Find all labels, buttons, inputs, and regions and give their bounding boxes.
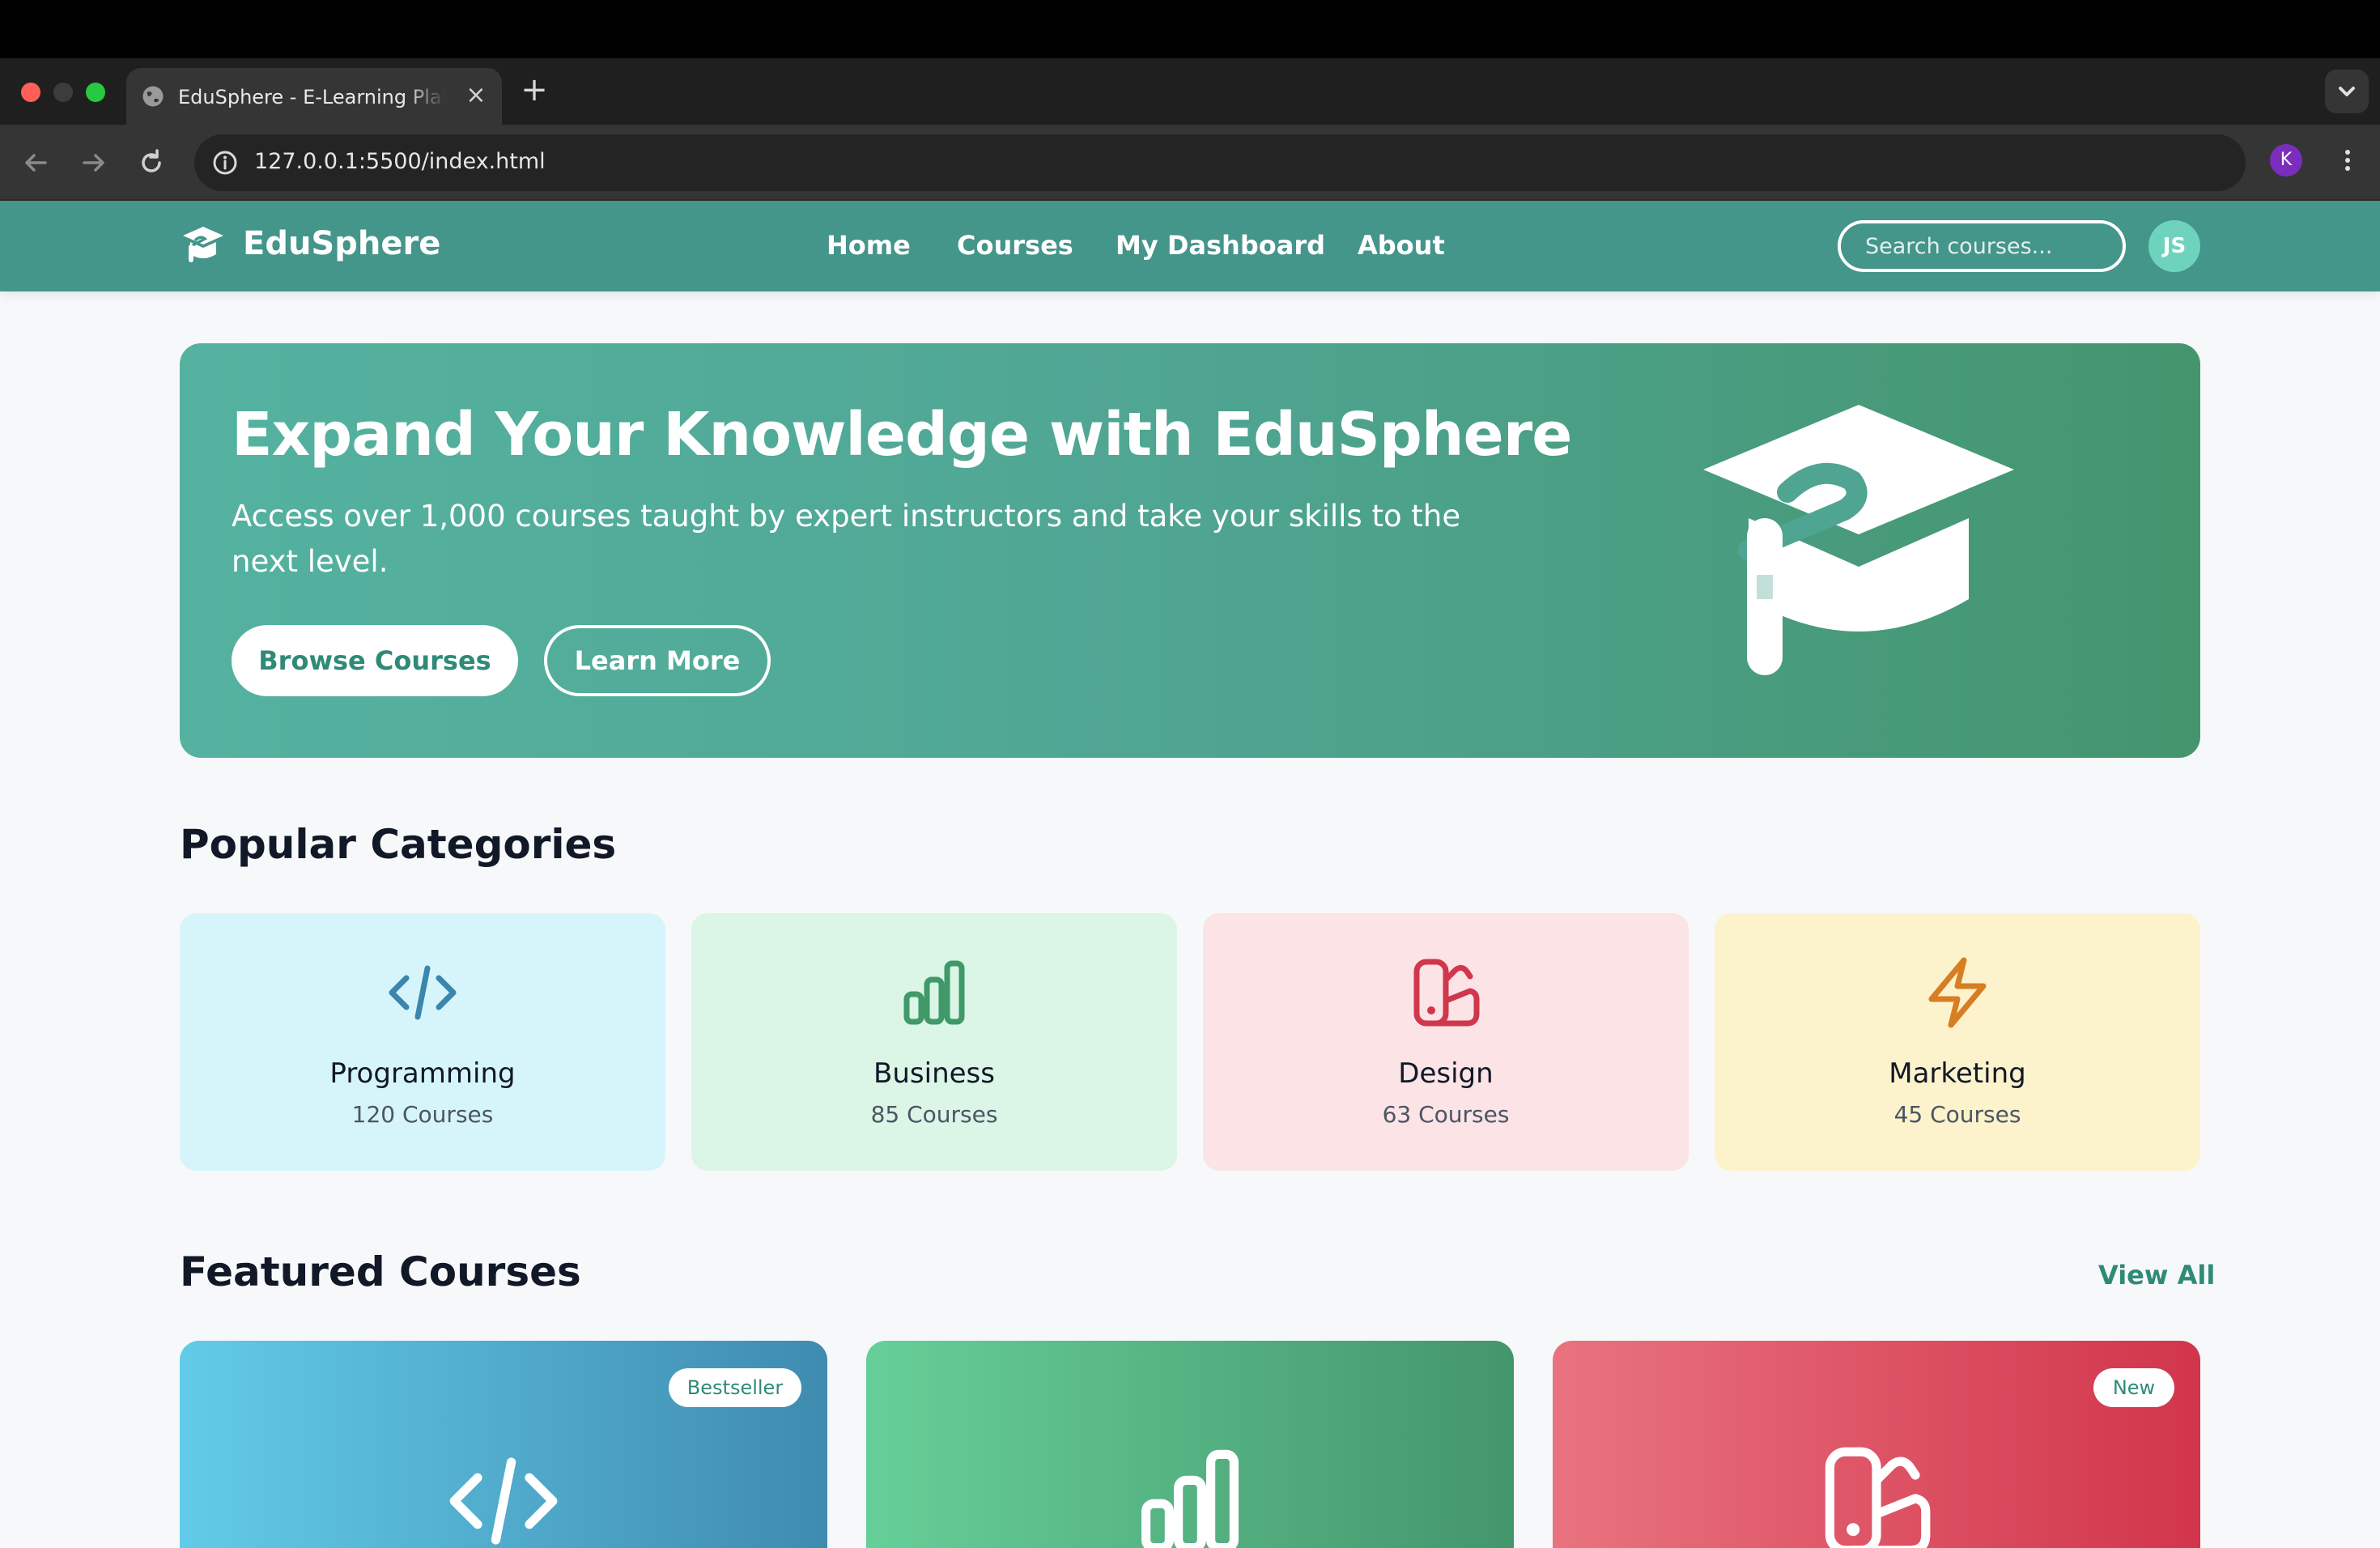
site-header: EduSphere Home Courses My Dashboard Abou… <box>0 201 2380 291</box>
window-minimize-button[interactable] <box>53 83 73 102</box>
course-card-programming[interactable]: Bestseller <box>180 1341 827 1548</box>
new-badge: New <box>2093 1368 2174 1407</box>
browser-profile-avatar[interactable]: K <box>2270 144 2302 176</box>
category-count: 85 Courses <box>870 1101 998 1128</box>
site-info-icon[interactable] <box>209 147 241 179</box>
category-count: 45 Courses <box>1893 1101 2021 1128</box>
code-icon <box>389 965 457 1020</box>
category-count: 63 Courses <box>1382 1101 1510 1128</box>
bar-chart-icon <box>1141 1449 1239 1548</box>
course-card-business[interactable] <box>866 1341 1514 1548</box>
category-card-programming[interactable]: Programming 120 Courses <box>180 913 665 1171</box>
nav-about[interactable]: About <box>1358 230 1445 261</box>
brand-name[interactable]: EduSphere <box>243 225 440 262</box>
learn-more-button[interactable]: Learn More <box>544 625 771 696</box>
categories-title: Popular Categories <box>180 821 617 868</box>
address-bar[interactable]: 127.0.0.1:5500/index.html <box>194 134 2246 191</box>
search-input[interactable] <box>1838 220 2126 272</box>
palette-swatch-icon <box>1825 1447 1931 1548</box>
browser-tab-active[interactable]: EduSphere - E-Learning Platform × <box>126 68 502 125</box>
hero-title: Expand Your Knowledge with EduSphere <box>232 400 1572 470</box>
browser-toolbar: 127.0.0.1:5500/index.html <box>0 125 2380 201</box>
category-card-design[interactable]: Design 63 Courses <box>1203 913 1689 1171</box>
nav-courses[interactable]: Courses <box>957 230 1073 261</box>
course-card-design[interactable]: New <box>1553 1341 2200 1548</box>
globe-icon <box>142 86 164 107</box>
tab-search-button[interactable] <box>2325 70 2369 113</box>
url-text: 127.0.0.1:5500/index.html <box>254 149 546 174</box>
view-all-link[interactable]: View All <box>2098 1260 2215 1291</box>
nav-my-dashboard[interactable]: My Dashboard <box>1116 230 1325 261</box>
tab-title: EduSphere - E-Learning Platform <box>178 86 445 108</box>
reload-icon[interactable] <box>133 144 170 181</box>
category-count: 120 Courses <box>351 1101 494 1128</box>
category-name: Marketing <box>1889 1057 2026 1090</box>
featured-title: Featured Courses <box>180 1248 581 1295</box>
hero-subtitle: Access over 1,000 courses taught by expe… <box>232 499 1461 579</box>
user-avatar[interactable]: JS <box>2148 220 2200 272</box>
category-name: Programming <box>329 1057 516 1090</box>
category-card-marketing[interactable]: Marketing 45 Courses <box>1715 913 2200 1171</box>
system-top-bar <box>0 0 2380 58</box>
lightning-icon <box>1928 957 1987 1028</box>
chevron-down-icon <box>2339 87 2355 96</box>
more-options-icon[interactable] <box>2331 144 2364 176</box>
palette-swatch-icon <box>1413 959 1480 1027</box>
graduation-cap-logo-icon[interactable] <box>180 222 227 269</box>
tab-close-icon[interactable]: × <box>461 81 491 110</box>
category-name: Design <box>1398 1057 1494 1090</box>
code-icon <box>449 1457 558 1545</box>
window-zoom-button[interactable] <box>86 83 105 102</box>
nav-home[interactable]: Home <box>827 230 911 261</box>
window-close-button[interactable] <box>21 83 40 102</box>
bar-chart-icon <box>903 960 965 1025</box>
browse-courses-button[interactable]: Browse Courses <box>232 625 518 696</box>
category-card-business[interactable]: Business 85 Courses <box>691 913 1177 1171</box>
back-arrow-icon[interactable] <box>18 144 55 181</box>
category-name: Business <box>873 1057 995 1090</box>
new-tab-button[interactable]: + <box>516 73 552 108</box>
graduation-cap-illustration-icon <box>1703 405 2014 675</box>
bestseller-badge: Bestseller <box>669 1368 801 1407</box>
hero-banner: Expand Your Knowledge with EduSphere Acc… <box>180 343 2200 758</box>
forward-arrow-icon[interactable] <box>74 144 112 181</box>
